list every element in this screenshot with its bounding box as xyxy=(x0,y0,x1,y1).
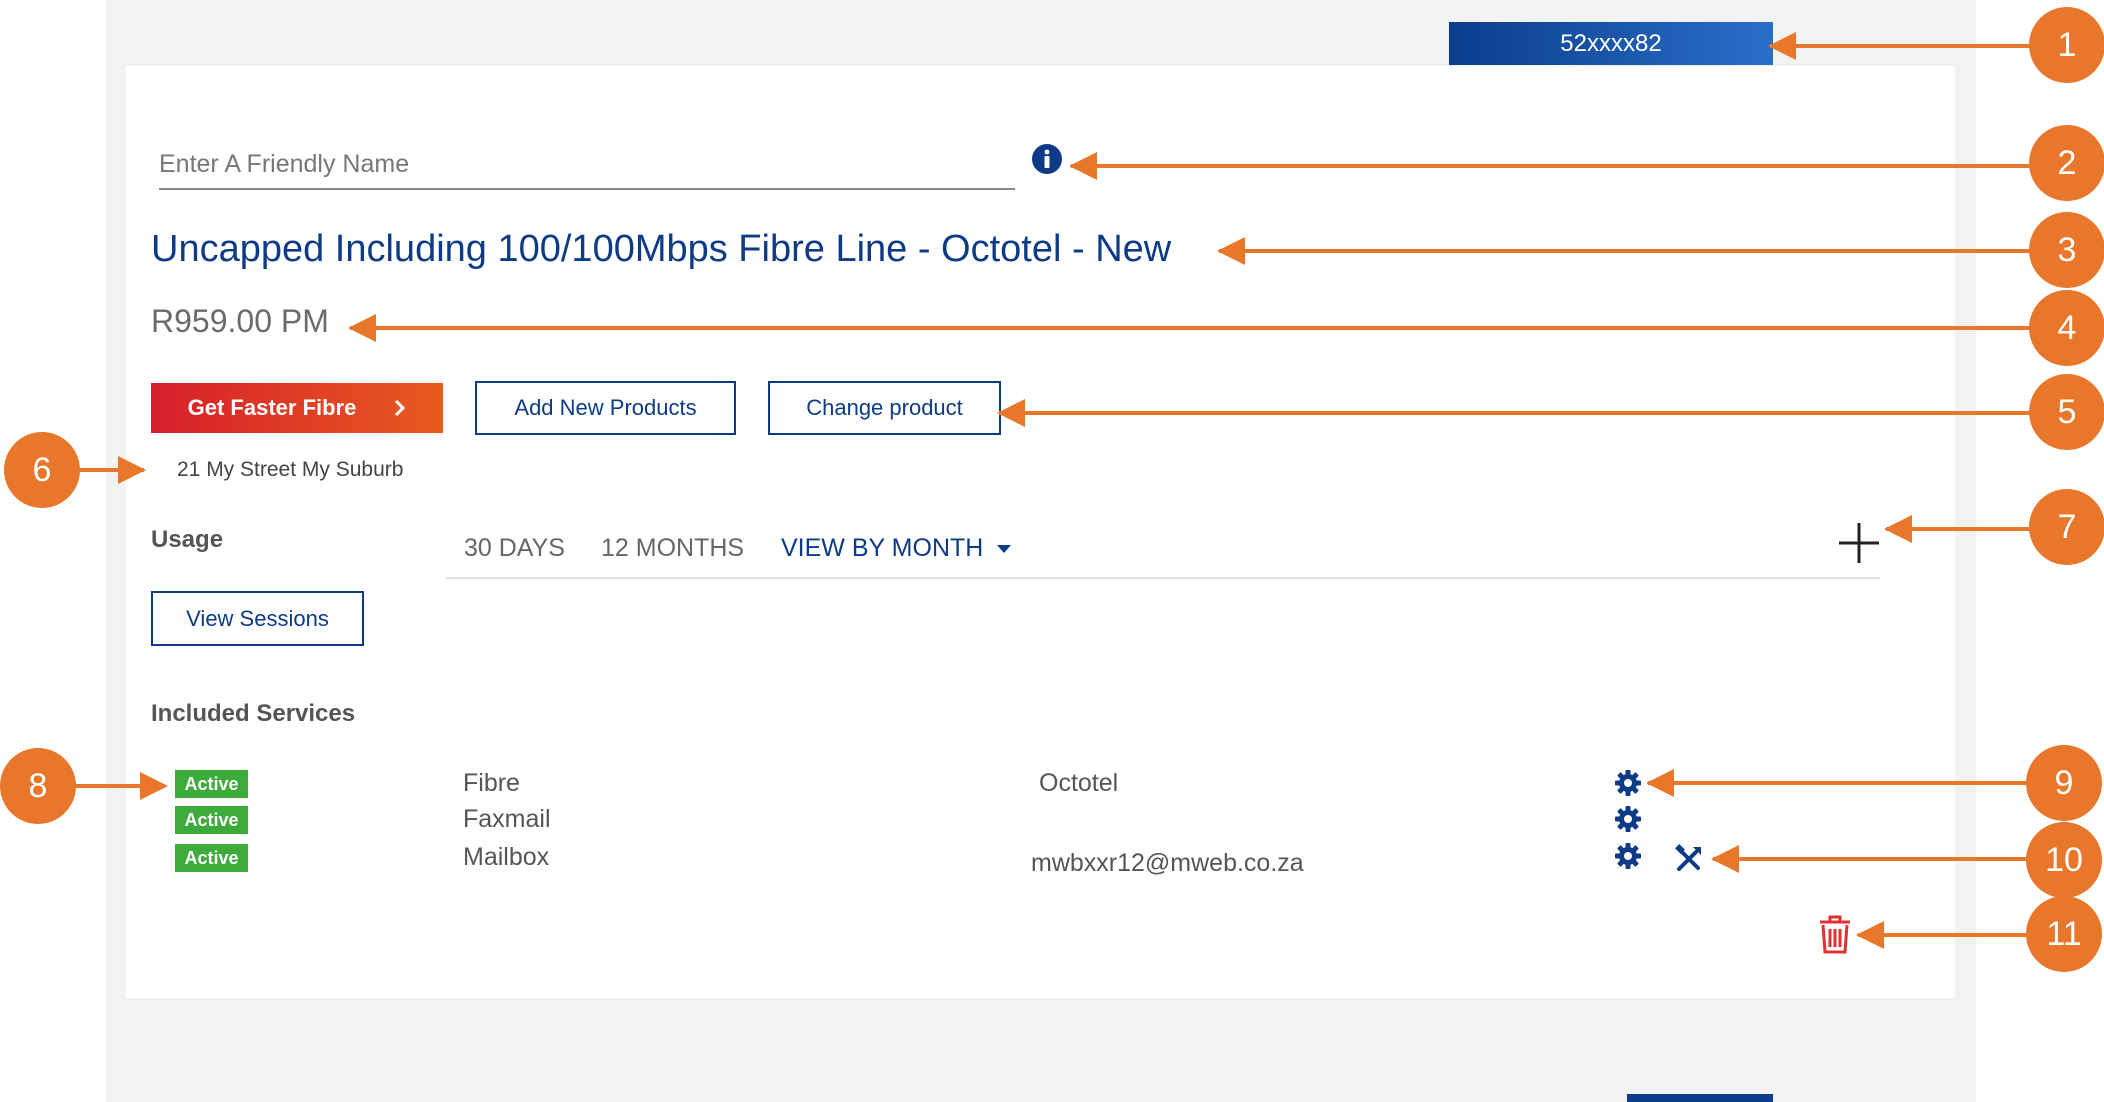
trash-icon[interactable] xyxy=(1817,913,1853,955)
change-product-button[interactable]: Change product xyxy=(768,381,1001,435)
callout-arrow xyxy=(1648,781,2030,785)
callout-6: 6 xyxy=(4,432,80,508)
callout-7: 7 xyxy=(2029,489,2104,565)
view-sessions-button[interactable]: View Sessions xyxy=(151,591,364,646)
account-number: 52xxxx82 xyxy=(1560,29,1662,57)
caret-down-icon xyxy=(997,545,1012,554)
tab-30-days[interactable]: 30 DAYS xyxy=(464,534,565,563)
service-address: 21 My Street My Suburb xyxy=(177,458,404,481)
gear-icon[interactable] xyxy=(1614,805,1642,833)
tab-view-by-month[interactable]: VIEW BY MONTH xyxy=(781,534,1012,563)
usage-tabs: 30 DAYS 12 MONTHS VIEW BY MONTH xyxy=(446,530,1880,579)
callout-8: 8 xyxy=(0,748,76,824)
callout-arrowhead xyxy=(997,399,1025,427)
callout-3: 3 xyxy=(2029,212,2104,288)
plus-icon[interactable] xyxy=(1836,520,1882,566)
get-faster-fibre-label: Get Faster Fibre xyxy=(187,395,357,420)
service-name: Mailbox xyxy=(463,843,550,871)
callout-arrowhead xyxy=(1069,152,1097,180)
service-name: Fibre xyxy=(463,769,520,797)
callout-arrowhead xyxy=(1884,515,1912,543)
tab-12-months[interactable]: 12 MONTHS xyxy=(601,534,744,563)
callout-arrow xyxy=(999,411,2031,415)
callout-1: 1 xyxy=(2029,7,2104,83)
usage-heading: Usage xyxy=(151,526,224,553)
product-price: R959.00 PM xyxy=(151,303,329,339)
account-number-tab[interactable]: 52xxxx82 xyxy=(1449,22,1773,65)
callout-5: 5 xyxy=(2029,374,2104,450)
status-badge: Active xyxy=(175,844,248,872)
callout-arrowhead xyxy=(140,772,168,800)
callout-arrow xyxy=(1770,44,2032,48)
callout-arrowhead xyxy=(118,456,146,484)
gear-icon[interactable] xyxy=(1614,842,1642,870)
add-new-products-button[interactable]: Add New Products xyxy=(475,381,736,435)
callout-arrowhead xyxy=(1856,921,1884,949)
next-card-tab xyxy=(1627,1094,1773,1102)
tab-view-by-month-label: VIEW BY MONTH xyxy=(781,534,984,562)
get-faster-fibre-button[interactable]: Get Faster Fibre xyxy=(151,383,443,433)
gear-icon[interactable] xyxy=(1614,769,1642,797)
callout-arrowhead xyxy=(1768,32,1796,60)
callout-arrowhead xyxy=(1711,845,1739,873)
callout-2: 2 xyxy=(2029,125,2104,201)
callout-11: 11 xyxy=(2026,896,2102,972)
callout-arrowhead xyxy=(1217,237,1245,265)
product-title: Uncapped Including 100/100Mbps Fibre Lin… xyxy=(151,228,1172,270)
service-provider: Octotel xyxy=(1039,769,1119,797)
friendly-name-input[interactable] xyxy=(159,140,1015,190)
callout-arrow xyxy=(1219,249,2031,253)
tools-icon[interactable] xyxy=(1674,844,1704,874)
callout-arrow xyxy=(350,326,2031,330)
callout-9: 9 xyxy=(2026,745,2102,821)
status-badge: Active xyxy=(175,806,248,834)
callout-10: 10 xyxy=(2026,822,2102,898)
callout-4: 4 xyxy=(2029,290,2104,366)
callout-arrowhead xyxy=(1646,769,1674,797)
info-icon[interactable] xyxy=(1031,143,1063,175)
callout-arrowhead xyxy=(348,314,376,342)
status-badge: Active xyxy=(175,770,248,798)
service-name: Faxmail xyxy=(463,805,551,833)
callout-arrow xyxy=(1071,164,2031,168)
included-services-heading: Included Services xyxy=(151,700,356,727)
mailbox-address: mwbxxr12@mweb.co.za xyxy=(1031,849,1304,877)
chevron-right-icon xyxy=(395,399,406,417)
callout-arrow xyxy=(1713,857,2030,861)
